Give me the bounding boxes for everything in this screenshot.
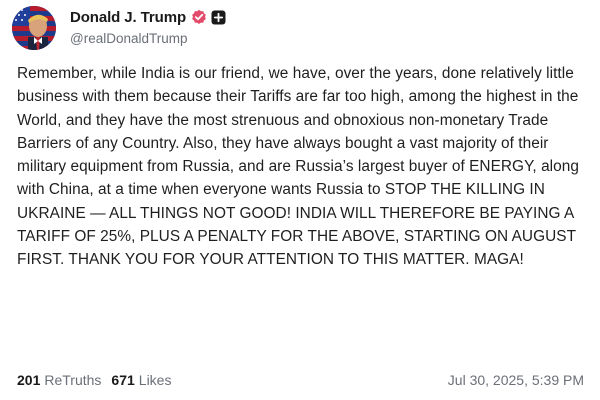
post-footer: 201 ReTruths 671 Likes Jul 30, 2025, 5:3… [17, 369, 584, 391]
post-timestamp[interactable]: Jul 30, 2025, 5:39 PM [448, 372, 584, 388]
retruths-stat[interactable]: 201 ReTruths [17, 372, 101, 388]
avatar-image [12, 6, 56, 50]
name-row: Donald J. Trump [70, 7, 226, 27]
author-handle[interactable]: @realDonaldTrump [70, 31, 226, 46]
truth-post: Donald J. Trump @realDonaldTrump Remembe… [0, 0, 600, 400]
post-body: Remember, while India is our friend, we … [17, 65, 579, 269]
author-name[interactable]: Donald J. Trump [70, 9, 186, 26]
add-icon[interactable] [211, 10, 226, 25]
post-header: Donald J. Trump @realDonaldTrump [12, 6, 226, 52]
likes-label: Likes [138, 372, 172, 388]
author-meta: Donald J. Trump @realDonaldTrump [70, 6, 226, 46]
likes-count: 671 [111, 372, 135, 388]
likes-stat[interactable]: 671 Likes [111, 372, 171, 388]
avatar[interactable] [12, 6, 56, 50]
verified-badge-icon [191, 9, 207, 25]
retruths-label: ReTruths [44, 372, 102, 388]
retruths-count: 201 [17, 372, 41, 388]
